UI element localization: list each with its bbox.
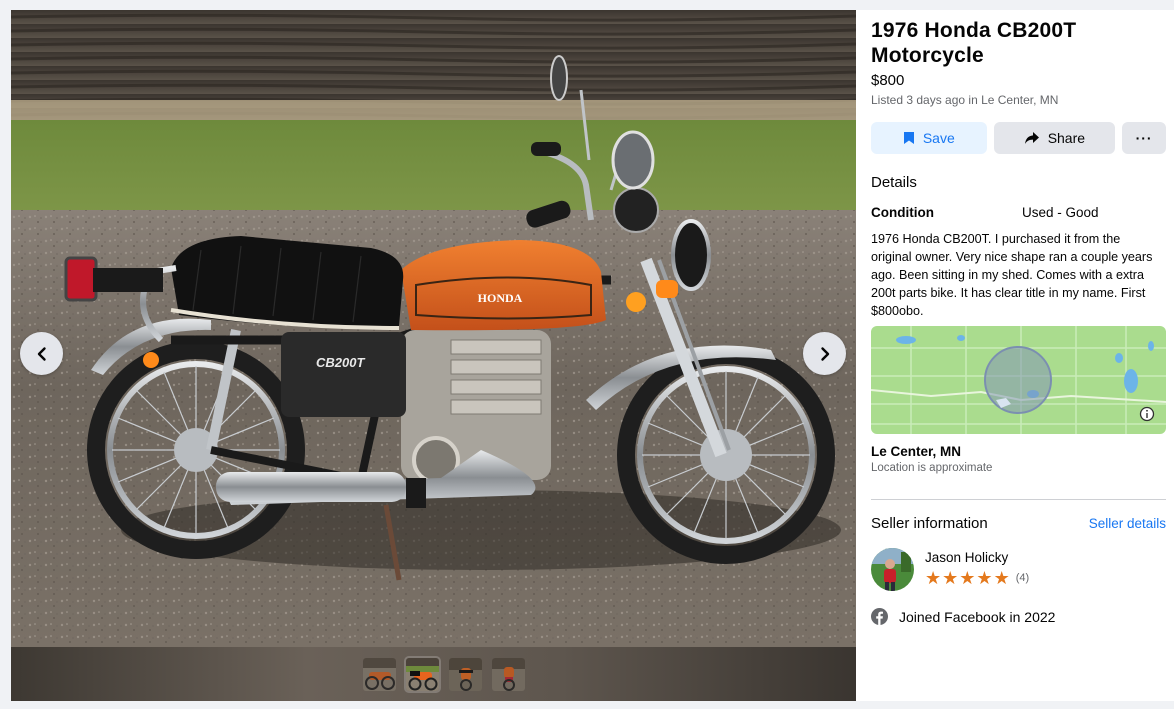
details-heading: Details [871, 174, 917, 191]
seller-name[interactable]: Jason Holicky [925, 550, 1029, 565]
info-icon[interactable] [1139, 406, 1155, 422]
seller-header: Seller information Seller details [871, 515, 1166, 532]
tank-badge: HONDA [478, 291, 523, 305]
location-name: Le Center, MN [871, 444, 962, 459]
seller-heading: Seller information [871, 515, 988, 532]
action-bar: Save Share ··· [871, 122, 1166, 154]
seller-profile: Jason Holicky ★ ★ ★ ★ ★ (4) [871, 548, 1166, 591]
photo-thumbnail-1[interactable] [362, 657, 396, 691]
star-icon: ★ [976, 568, 993, 588]
star-icon: ★ [959, 568, 976, 588]
thumbnail-strip [11, 647, 856, 701]
condition-value: Used - Good [1022, 205, 1099, 220]
save-button[interactable]: Save [871, 122, 987, 154]
share-button-label: Share [1047, 130, 1086, 146]
joined-facebook-row: Joined Facebook in 2022 [871, 608, 1166, 625]
share-button[interactable]: Share [993, 122, 1116, 154]
save-button-label: Save [922, 130, 955, 146]
condition-row: Condition Used - Good [871, 205, 1166, 220]
chevron-right-icon [820, 346, 829, 361]
listing-title: 1976 Honda CB200T Motorcycle [871, 19, 1077, 67]
chevron-left-icon [37, 346, 46, 361]
listing-description: 1976 Honda CB200T. I purchased it from t… [871, 232, 1153, 318]
seller-details-link[interactable]: Seller details [1089, 516, 1166, 531]
facebook-icon [871, 608, 888, 625]
rating-count: (4) [1015, 572, 1030, 584]
location-note: Location is approximate [871, 462, 993, 474]
section-divider [871, 499, 1166, 500]
more-options-button[interactable]: ··· [1122, 122, 1166, 154]
location-map[interactable] [871, 326, 1166, 434]
side-cover-badge: CB200T [316, 355, 365, 370]
condition-label: Condition [871, 205, 934, 220]
photo-thumbnail-2[interactable] [405, 657, 439, 691]
star-icon: ★ [925, 568, 942, 588]
share-arrow-icon [1024, 132, 1039, 144]
listing-price: $800 [871, 72, 905, 89]
listing-details-panel: 1976 Honda CB200T Motorcycle $800 Listed… [856, 10, 1174, 701]
next-photo-button[interactable] [803, 332, 846, 375]
joined-text: Joined Facebook in 2022 [899, 608, 1056, 625]
listing-photo: CB200T HONDA [11, 10, 856, 647]
star-icon: ★ [993, 568, 1010, 588]
photo-viewer: CB200T HONDA [11, 10, 856, 701]
listing-meta: Listed 3 days ago in Le Center, MN [871, 93, 1059, 107]
star-icon: ★ [942, 568, 959, 588]
more-options-label: ··· [1135, 130, 1153, 146]
seller-rating: ★ ★ ★ ★ ★ (4) [925, 569, 1029, 587]
previous-photo-button[interactable] [20, 332, 63, 375]
bookmark-icon [903, 132, 914, 144]
photo-thumbnail-4[interactable] [491, 657, 525, 691]
photo-thumbnail-3[interactable] [448, 657, 482, 691]
avatar[interactable] [871, 548, 914, 591]
